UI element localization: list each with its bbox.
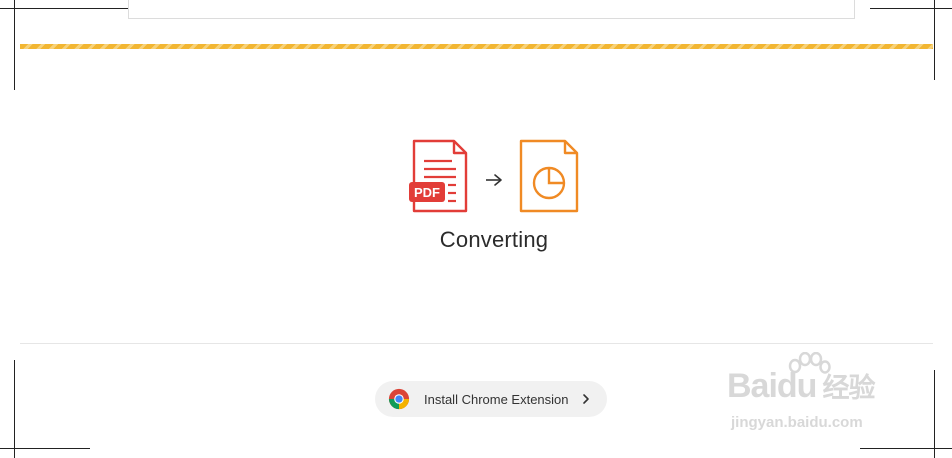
watermark-logo-text: Baidu [727,367,817,405]
watermark-logo: Baidu 经验 [727,366,875,406]
converting-status-text: Converting [439,227,549,252]
ppt-file-icon [519,139,579,213]
frame-left-top [14,0,15,90]
conversion-graphic: PDF [409,139,579,213]
frame-left-bottom [14,360,15,458]
progress-bar [20,44,933,49]
baidu-watermark: Baidu 经验 jingyan.baidu.com [727,352,907,442]
pdf-badge-text: PDF [414,185,440,200]
frame-bottom-right [860,448,952,449]
pdf-file-icon: PDF [409,139,468,213]
upload-box-edge [128,0,855,19]
install-chrome-extension-label: Install Chrome Extension [424,391,569,407]
chevron-right-icon [582,394,589,404]
section-divider [20,343,933,344]
chrome-icon [388,388,410,410]
frame-right-top [934,0,935,80]
frame-right-bottom [934,370,935,458]
watermark-logo-cn: 经验 [822,373,875,403]
arrow-right-icon [486,174,502,186]
frame-top-right [870,8,952,9]
install-chrome-extension-button[interactable]: Install Chrome Extension [375,381,607,417]
watermark-url: jingyan.baidu.com [731,414,863,431]
